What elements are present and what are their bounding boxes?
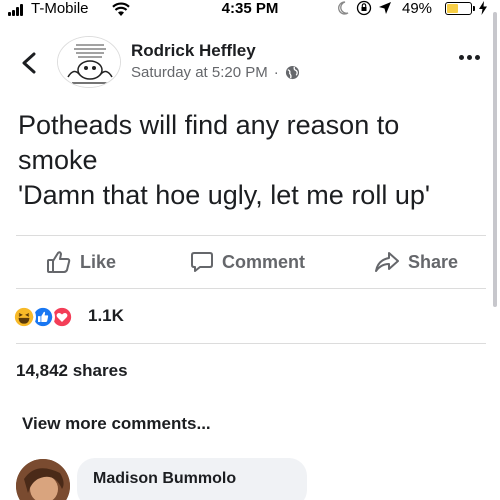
post-timestamp[interactable]: Saturday at 5:20 PM (131, 64, 268, 81)
cartoon-logo-image (58, 37, 120, 87)
reaction-count[interactable]: 1.1K (88, 306, 124, 326)
comment-author-name[interactable]: Madison Bummolo (93, 470, 236, 488)
post-meta: Saturday at 5:20 PM · (131, 64, 300, 81)
battery-percentage: 49% (402, 0, 433, 17)
battery-icon (445, 2, 472, 15)
orientation-lock-icon (356, 0, 372, 16)
like-label: Like (80, 251, 117, 272)
like-button[interactable]: Like (46, 249, 116, 275)
share-label: Share (408, 251, 459, 272)
battery-level (447, 4, 458, 13)
thumbs-up-icon (47, 251, 71, 273)
commenter-photo (16, 459, 70, 500)
comment-label: Comment (222, 251, 306, 272)
haha-icon (12, 305, 36, 329)
divider (16, 235, 486, 236)
divider (16, 288, 486, 289)
back-chevron-icon[interactable] (20, 52, 38, 74)
scrollbar[interactable] (493, 12, 497, 307)
divider (16, 343, 486, 344)
author-avatar[interactable] (57, 36, 121, 88)
share-count[interactable]: 14,842 shares (16, 361, 128, 381)
meta-separator: · (273, 64, 279, 81)
comment-bubble-icon (191, 252, 213, 272)
post-text-line: Potheads will find any reason to (18, 110, 400, 140)
charging-bolt-icon (479, 1, 487, 15)
commenter-avatar[interactable] (16, 459, 70, 500)
battery-tip (473, 6, 475, 11)
globe-icon (285, 65, 299, 80)
post-text-line: smoke (18, 145, 98, 175)
location-arrow-icon (379, 2, 391, 14)
post-body: Potheads will find any reason to smoke '… (18, 108, 488, 213)
view-more-comments-link[interactable]: View more comments... (22, 414, 211, 434)
share-button[interactable]: Share (374, 249, 458, 275)
status-bar: T-Mobile 4:35 PM 49% (0, 0, 500, 22)
share-arrow-icon (375, 252, 399, 272)
post-text-line: 'Damn that hoe ugly, let me roll up' (18, 180, 431, 210)
post-author-name[interactable]: Rodrick Heffley (131, 41, 256, 61)
comment-button[interactable]: Comment (190, 249, 305, 275)
do-not-disturb-icon (338, 1, 349, 15)
more-options-icon[interactable] (459, 55, 481, 63)
